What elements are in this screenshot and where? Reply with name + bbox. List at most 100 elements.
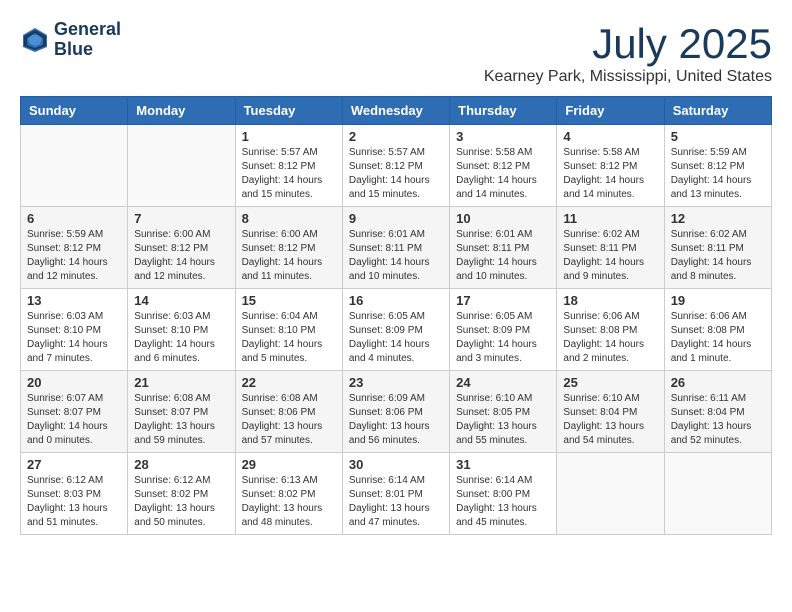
day-info: Sunrise: 6:01 AM Sunset: 8:11 PM Dayligh…	[456, 228, 550, 284]
page-header: General Blue July 2025 Kearney Park, Mis…	[20, 20, 772, 86]
month-title: July 2025	[484, 20, 772, 68]
day-info: Sunrise: 6:03 AM Sunset: 8:10 PM Dayligh…	[134, 310, 228, 366]
day-number: 7	[134, 211, 228, 226]
day-info: Sunrise: 6:12 AM Sunset: 8:03 PM Dayligh…	[27, 474, 121, 530]
day-info: Sunrise: 6:03 AM Sunset: 8:10 PM Dayligh…	[27, 310, 121, 366]
day-number: 15	[242, 293, 336, 308]
day-number: 29	[242, 457, 336, 472]
day-number: 13	[27, 293, 121, 308]
day-info: Sunrise: 5:58 AM Sunset: 8:12 PM Dayligh…	[456, 146, 550, 202]
calendar-day-cell: 29 Sunrise: 6:13 AM Sunset: 8:02 PM Dayli…	[235, 453, 342, 535]
weekday-header-wednesday: Wednesday	[342, 97, 449, 125]
day-info: Sunrise: 6:02 AM Sunset: 8:11 PM Dayligh…	[563, 228, 657, 284]
calendar-day-cell: 1 Sunrise: 5:57 AM Sunset: 8:12 PM Daylig…	[235, 125, 342, 207]
calendar-week-row: 27 Sunrise: 6:12 AM Sunset: 8:03 PM Dayli…	[21, 453, 772, 535]
calendar-day-cell: 6Sunrise: 5:59 AM Sunset: 8:12 PM Daylig…	[21, 207, 128, 289]
calendar-day-cell: 11 Sunrise: 6:02 AM Sunset: 8:11 PM Dayli…	[557, 207, 664, 289]
day-info: Sunrise: 6:14 AM Sunset: 8:01 PM Dayligh…	[349, 474, 443, 530]
day-info: Sunrise: 6:14 AM Sunset: 8:00 PM Dayligh…	[456, 474, 550, 530]
calendar-day-cell: 2 Sunrise: 5:57 AM Sunset: 8:12 PM Daylig…	[342, 125, 449, 207]
day-number: 11	[563, 211, 657, 226]
day-info: Sunrise: 6:00 AM Sunset: 8:12 PM Dayligh…	[134, 228, 228, 284]
day-number: 30	[349, 457, 443, 472]
calendar-day-cell: 9 Sunrise: 6:01 AM Sunset: 8:11 PM Daylig…	[342, 207, 449, 289]
day-number: 10	[456, 211, 550, 226]
calendar-day-cell: 24Sunrise: 6:10 AM Sunset: 8:05 PM Dayli…	[450, 371, 557, 453]
calendar-day-cell	[664, 453, 771, 535]
day-number: 5	[671, 129, 765, 144]
day-info: Sunrise: 5:59 AM Sunset: 8:12 PM Dayligh…	[671, 146, 765, 202]
calendar-day-cell: 12 Sunrise: 6:02 AM Sunset: 8:11 PM Dayli…	[664, 207, 771, 289]
day-info: Sunrise: 5:57 AM Sunset: 8:12 PM Dayligh…	[349, 146, 443, 202]
calendar-day-cell: 27 Sunrise: 6:12 AM Sunset: 8:03 PM Dayli…	[21, 453, 128, 535]
day-info: Sunrise: 6:10 AM Sunset: 8:04 PM Dayligh…	[563, 392, 657, 448]
day-info: Sunrise: 6:06 AM Sunset: 8:08 PM Dayligh…	[563, 310, 657, 366]
calendar-week-row: 6Sunrise: 5:59 AM Sunset: 8:12 PM Daylig…	[21, 207, 772, 289]
calendar-day-cell: 10 Sunrise: 6:01 AM Sunset: 8:11 PM Dayli…	[450, 207, 557, 289]
day-number: 20	[27, 375, 121, 390]
day-number: 28	[134, 457, 228, 472]
day-info: Sunrise: 6:04 AM Sunset: 8:10 PM Dayligh…	[242, 310, 336, 366]
weekday-header-saturday: Saturday	[664, 97, 771, 125]
title-section: July 2025 Kearney Park, Mississippi, Uni…	[484, 20, 772, 86]
calendar-day-cell	[128, 125, 235, 207]
location: Kearney Park, Mississippi, United States	[484, 68, 772, 86]
calendar-day-cell: 18 Sunrise: 6:06 AM Sunset: 8:08 PM Dayli…	[557, 289, 664, 371]
day-info: Sunrise: 6:02 AM Sunset: 8:11 PM Dayligh…	[671, 228, 765, 284]
calendar-day-cell: 17Sunrise: 6:05 AM Sunset: 8:09 PM Dayli…	[450, 289, 557, 371]
day-info: Sunrise: 6:06 AM Sunset: 8:08 PM Dayligh…	[671, 310, 765, 366]
day-number: 3	[456, 129, 550, 144]
day-number: 1	[242, 129, 336, 144]
calendar-day-cell	[21, 125, 128, 207]
day-number: 18	[563, 293, 657, 308]
calendar-day-cell	[557, 453, 664, 535]
day-info: Sunrise: 5:57 AM Sunset: 8:12 PM Dayligh…	[242, 146, 336, 202]
calendar-week-row: 1 Sunrise: 5:57 AM Sunset: 8:12 PM Daylig…	[21, 125, 772, 207]
weekday-header-friday: Friday	[557, 97, 664, 125]
logo-text: General Blue	[54, 20, 121, 60]
logo: General Blue	[20, 20, 121, 60]
day-number: 25	[563, 375, 657, 390]
day-info: Sunrise: 6:01 AM Sunset: 8:11 PM Dayligh…	[349, 228, 443, 284]
calendar-day-cell: 8Sunrise: 6:00 AM Sunset: 8:12 PM Daylig…	[235, 207, 342, 289]
day-info: Sunrise: 6:05 AM Sunset: 8:09 PM Dayligh…	[349, 310, 443, 366]
day-info: Sunrise: 5:58 AM Sunset: 8:12 PM Dayligh…	[563, 146, 657, 202]
day-info: Sunrise: 5:59 AM Sunset: 8:12 PM Dayligh…	[27, 228, 121, 284]
day-number: 2	[349, 129, 443, 144]
day-info: Sunrise: 6:07 AM Sunset: 8:07 PM Dayligh…	[27, 392, 121, 448]
day-number: 26	[671, 375, 765, 390]
day-number: 17	[456, 293, 550, 308]
logo-icon	[20, 25, 50, 55]
calendar-day-cell: 30 Sunrise: 6:14 AM Sunset: 8:01 PM Dayli…	[342, 453, 449, 535]
weekday-header-thursday: Thursday	[450, 97, 557, 125]
calendar-day-cell: 21Sunrise: 6:08 AM Sunset: 8:07 PM Dayli…	[128, 371, 235, 453]
day-number: 12	[671, 211, 765, 226]
day-number: 9	[349, 211, 443, 226]
day-number: 4	[563, 129, 657, 144]
day-info: Sunrise: 6:11 AM Sunset: 8:04 PM Dayligh…	[671, 392, 765, 448]
calendar-day-cell: 13 Sunrise: 6:03 AM Sunset: 8:10 PM Dayli…	[21, 289, 128, 371]
weekday-header-tuesday: Tuesday	[235, 97, 342, 125]
calendar-day-cell: 14Sunrise: 6:03 AM Sunset: 8:10 PM Dayli…	[128, 289, 235, 371]
day-info: Sunrise: 6:13 AM Sunset: 8:02 PM Dayligh…	[242, 474, 336, 530]
calendar-week-row: 13 Sunrise: 6:03 AM Sunset: 8:10 PM Dayli…	[21, 289, 772, 371]
calendar-week-row: 20 Sunrise: 6:07 AM Sunset: 8:07 PM Dayli…	[21, 371, 772, 453]
calendar-day-cell: 31 Sunrise: 6:14 AM Sunset: 8:00 PM Dayli…	[450, 453, 557, 535]
calendar-day-cell: 3 Sunrise: 5:58 AM Sunset: 8:12 PM Daylig…	[450, 125, 557, 207]
calendar-day-cell: 19Sunrise: 6:06 AM Sunset: 8:08 PM Dayli…	[664, 289, 771, 371]
day-number: 16	[349, 293, 443, 308]
day-info: Sunrise: 6:08 AM Sunset: 8:06 PM Dayligh…	[242, 392, 336, 448]
calendar-day-cell: 15 Sunrise: 6:04 AM Sunset: 8:10 PM Dayli…	[235, 289, 342, 371]
day-number: 22	[242, 375, 336, 390]
calendar-day-cell: 23 Sunrise: 6:09 AM Sunset: 8:06 PM Dayli…	[342, 371, 449, 453]
weekday-header-monday: Monday	[128, 97, 235, 125]
day-info: Sunrise: 6:09 AM Sunset: 8:06 PM Dayligh…	[349, 392, 443, 448]
calendar-day-cell: 4 Sunrise: 5:58 AM Sunset: 8:12 PM Daylig…	[557, 125, 664, 207]
day-number: 27	[27, 457, 121, 472]
calendar-day-cell: 22 Sunrise: 6:08 AM Sunset: 8:06 PM Dayli…	[235, 371, 342, 453]
weekday-header-sunday: Sunday	[21, 97, 128, 125]
day-number: 31	[456, 457, 550, 472]
calendar-day-cell: 26 Sunrise: 6:11 AM Sunset: 8:04 PM Dayli…	[664, 371, 771, 453]
day-info: Sunrise: 6:08 AM Sunset: 8:07 PM Dayligh…	[134, 392, 228, 448]
day-number: 23	[349, 375, 443, 390]
